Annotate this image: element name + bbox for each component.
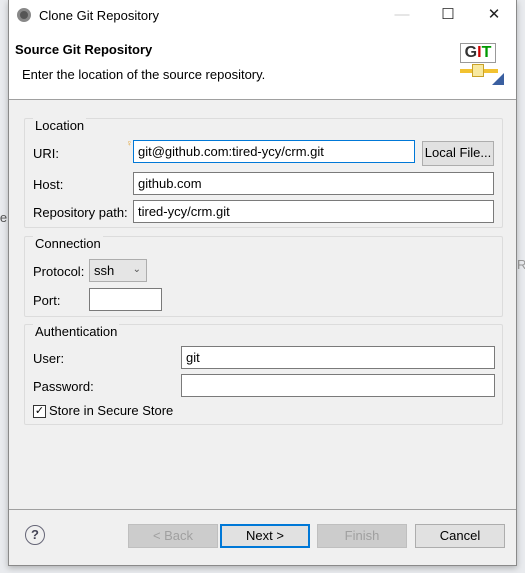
- close-button[interactable]: ✕: [471, 0, 517, 31]
- finish-button[interactable]: Finish: [317, 524, 407, 548]
- protocol-label: Protocol:: [33, 264, 85, 279]
- local-file-button[interactable]: Local File...: [422, 141, 494, 166]
- minimize-button[interactable]: —: [379, 0, 425, 31]
- protocol-select[interactable]: ssh ⌄: [89, 259, 147, 282]
- port-label: Port:: [33, 293, 61, 308]
- user-input[interactable]: git: [181, 346, 495, 369]
- host-label: Host:: [33, 177, 64, 192]
- uri-input[interactable]: git@github.com:tired-ycy/crm.git: [133, 140, 415, 163]
- location-group: Location URI: ♀ git@github.com:tired-ycy…: [24, 118, 503, 228]
- uri-label: URI:: [33, 146, 59, 161]
- page-description: Enter the location of the source reposit…: [22, 67, 266, 82]
- password-input[interactable]: [181, 374, 495, 397]
- content-assist-icon: ♀: [126, 138, 133, 148]
- user-label: User:: [33, 351, 65, 366]
- page-title: Source Git Repository: [15, 42, 153, 57]
- title-bar: Clone Git Repository — ☐ ✕: [9, 0, 516, 31]
- cancel-button[interactable]: Cancel: [415, 524, 505, 548]
- footer-divider: [9, 509, 516, 510]
- background-text: ie: [0, 210, 8, 225]
- protocol-value: ssh: [94, 263, 115, 278]
- back-button[interactable]: < Back: [128, 524, 218, 548]
- location-legend: Location: [33, 118, 87, 133]
- git-logo-icon: GIT: [458, 41, 506, 89]
- password-label: Password:: [33, 379, 94, 394]
- window-title: Clone Git Repository: [39, 8, 159, 23]
- clone-dialog: Clone Git Repository — ☐ ✕ Source Git Re…: [8, 0, 517, 566]
- wizard-header: Source Git Repository Enter the location…: [9, 31, 516, 100]
- eclipse-icon: [17, 8, 31, 22]
- background-text: R: [517, 257, 525, 272]
- host-input[interactable]: github.com: [133, 172, 494, 195]
- next-button[interactable]: Next >: [220, 524, 310, 548]
- connection-legend: Connection: [33, 236, 103, 251]
- connection-group: Connection Protocol: ssh ⌄ Port:: [24, 236, 503, 317]
- repository-path-label: Repository path:: [33, 205, 128, 220]
- port-input[interactable]: [89, 288, 162, 311]
- authentication-legend: Authentication: [33, 324, 120, 339]
- maximize-button[interactable]: ☐: [425, 0, 471, 31]
- chevron-down-icon: ⌄: [132, 264, 141, 275]
- help-icon[interactable]: ?: [25, 525, 45, 545]
- store-secure-checkbox[interactable]: ✓: [33, 405, 46, 418]
- store-secure-label: Store in Secure Store: [49, 403, 174, 418]
- repository-path-input[interactable]: tired-ycy/crm.git: [133, 200, 494, 223]
- authentication-group: Authentication User: git Password: ✓ Sto…: [24, 324, 503, 425]
